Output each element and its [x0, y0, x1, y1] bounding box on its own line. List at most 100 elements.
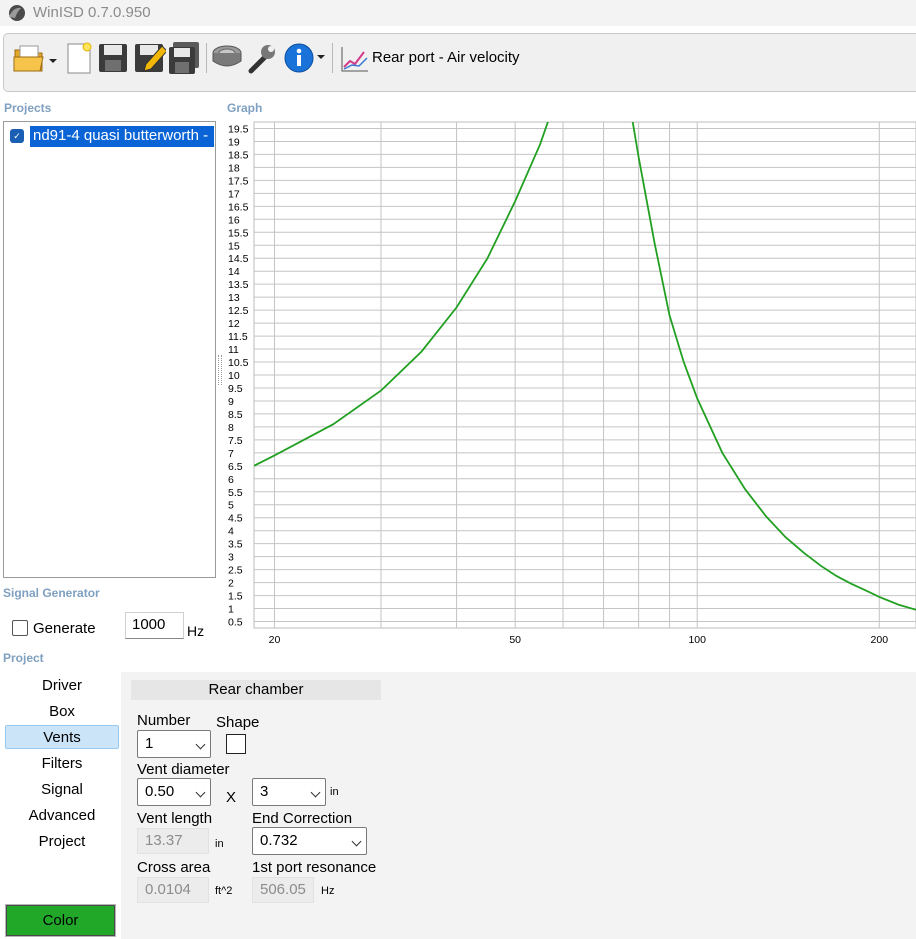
save-button[interactable]	[96, 41, 130, 75]
vent-length-unit: in	[215, 838, 224, 850]
y-tick-label: 8	[228, 422, 234, 434]
nav-filters[interactable]: Filters	[5, 752, 119, 776]
port-resonance-unit: Hz	[321, 885, 335, 897]
air-velocity-graph[interactable]: 0.511.522.533.544.555.566.577.588.599.51…	[222, 118, 916, 650]
y-tick-label: 16.5	[228, 201, 249, 213]
nav-signal[interactable]: Signal	[5, 778, 119, 802]
y-tick-label: 16	[228, 214, 240, 226]
new-project-button[interactable]	[62, 41, 96, 75]
vent-diameter-value: 0.50	[145, 783, 175, 800]
y-tick-label: 7.5	[228, 435, 243, 447]
info-icon	[284, 43, 325, 73]
y-tick-label: 9.5	[228, 383, 243, 395]
vent-count-value: 3	[260, 783, 269, 800]
y-tick-label: 3.5	[228, 539, 243, 551]
port-resonance-field: 506.05	[252, 877, 314, 903]
end-correction-label: End Correction	[252, 810, 353, 827]
color-button[interactable]: Color	[5, 904, 116, 937]
x-tick-label: 100	[688, 634, 706, 646]
y-tick-label: 15.5	[228, 227, 249, 239]
y-tick-label: 12.5	[228, 305, 249, 317]
graph-chart-icon	[341, 47, 368, 72]
projects-section-label: Projects	[4, 101, 52, 115]
y-tick-label: 1	[228, 604, 234, 616]
nav-box[interactable]: Box	[5, 700, 119, 724]
y-tick-label: 17	[228, 188, 240, 200]
save-as-icon	[135, 44, 168, 72]
nav-advanced[interactable]: Advanced	[5, 804, 119, 828]
x-tick-label: 200	[871, 634, 889, 646]
y-tick-label: 14.5	[228, 253, 249, 265]
y-tick-label: 5.5	[228, 487, 243, 499]
y-tick-label: 5	[228, 500, 234, 512]
y-tick-label: 11.5	[228, 331, 248, 343]
number-label: Number	[137, 712, 191, 729]
frequency-input[interactable]: 1000	[125, 612, 184, 639]
frequency-unit: Hz	[187, 623, 205, 639]
y-tick-label: 10	[228, 370, 240, 382]
toolbar-separator	[332, 43, 333, 73]
window-title: WinISD 0.7.0.950	[33, 4, 151, 21]
vent-count-select[interactable]: 3	[252, 778, 326, 806]
nav-vents[interactable]: Vents	[5, 725, 119, 749]
y-tick-label: 10.5	[228, 357, 249, 369]
graph-section-label: Graph	[227, 101, 263, 115]
y-tick-label: 2	[228, 578, 234, 590]
generate-label[interactable]: Generate	[33, 620, 96, 637]
cross-area-unit: ft^2	[215, 885, 233, 897]
number-select[interactable]: 1	[137, 730, 211, 758]
y-tick-label: 11	[228, 344, 239, 356]
y-tick-label: 7	[228, 448, 234, 460]
shape-selector[interactable]	[226, 734, 246, 754]
vent-length-label: Vent length	[137, 810, 213, 827]
shape-label: Shape	[216, 714, 260, 731]
projects-list[interactable]: ✓ nd91-4 quasi butterworth -	[3, 121, 216, 578]
y-tick-label: 19	[228, 136, 240, 148]
info-button[interactable]	[282, 41, 328, 75]
times-label: X	[226, 789, 237, 806]
end-correction-select[interactable]: 0.732	[252, 827, 367, 855]
graph-type-label[interactable]: Rear port - Air velocity	[372, 49, 520, 66]
save-all-button[interactable]	[167, 41, 201, 75]
y-tick-label: 0.5	[228, 617, 243, 629]
save-as-button[interactable]	[132, 41, 168, 75]
nav-driver[interactable]: Driver	[5, 674, 119, 698]
y-tick-label: 6.5	[228, 461, 243, 473]
toolbar: Rear port - Air velocity	[3, 33, 916, 92]
x-tick-label: 20	[269, 634, 281, 646]
end-correction-value: 0.732	[260, 832, 298, 849]
generate-checkbox[interactable]	[12, 620, 28, 636]
save-all-icon	[169, 42, 199, 74]
nav-project[interactable]: Project	[5, 830, 119, 854]
project-section-label: Project	[3, 651, 44, 665]
winisd-app-icon	[9, 5, 25, 21]
y-tick-label: 14	[228, 266, 240, 278]
new-project-icon	[67, 42, 92, 74]
open-folder-icon	[13, 45, 57, 72]
y-tick-label: 9	[228, 396, 234, 408]
signal-generator-section-label: Signal Generator	[3, 586, 100, 600]
chevron-down-icon	[310, 787, 321, 798]
vent-diameter-label: Vent diameter	[137, 761, 230, 778]
open-folder-button[interactable]	[12, 41, 58, 75]
driver-editor-button[interactable]	[210, 41, 244, 75]
vent-diameter-select[interactable]: 0.50	[137, 778, 211, 806]
y-tick-label: 8.5	[228, 409, 243, 421]
y-tick-label: 15	[228, 240, 240, 252]
cross-area-field: 0.0104	[137, 877, 209, 903]
toolbar-separator	[206, 43, 207, 73]
y-tick-label: 1.5	[228, 591, 243, 603]
y-tick-label: 6	[228, 474, 234, 486]
chevron-down-icon	[351, 836, 362, 847]
y-tick-label: 13.5	[228, 279, 249, 291]
project-item-name[interactable]: nd91-4 quasi butterworth -	[30, 126, 214, 147]
driver-icon	[212, 45, 242, 67]
vent-count-unit: in	[330, 786, 339, 798]
port-resonance-label: 1st port resonance	[252, 859, 377, 876]
y-tick-label: 4	[228, 526, 234, 538]
cross-area-label: Cross area	[137, 859, 211, 876]
settings-button[interactable]	[246, 41, 280, 75]
project-visible-checkbox[interactable]: ✓	[10, 129, 24, 143]
y-tick-label: 2.5	[228, 565, 243, 577]
x-tick-label: 50	[509, 634, 521, 646]
